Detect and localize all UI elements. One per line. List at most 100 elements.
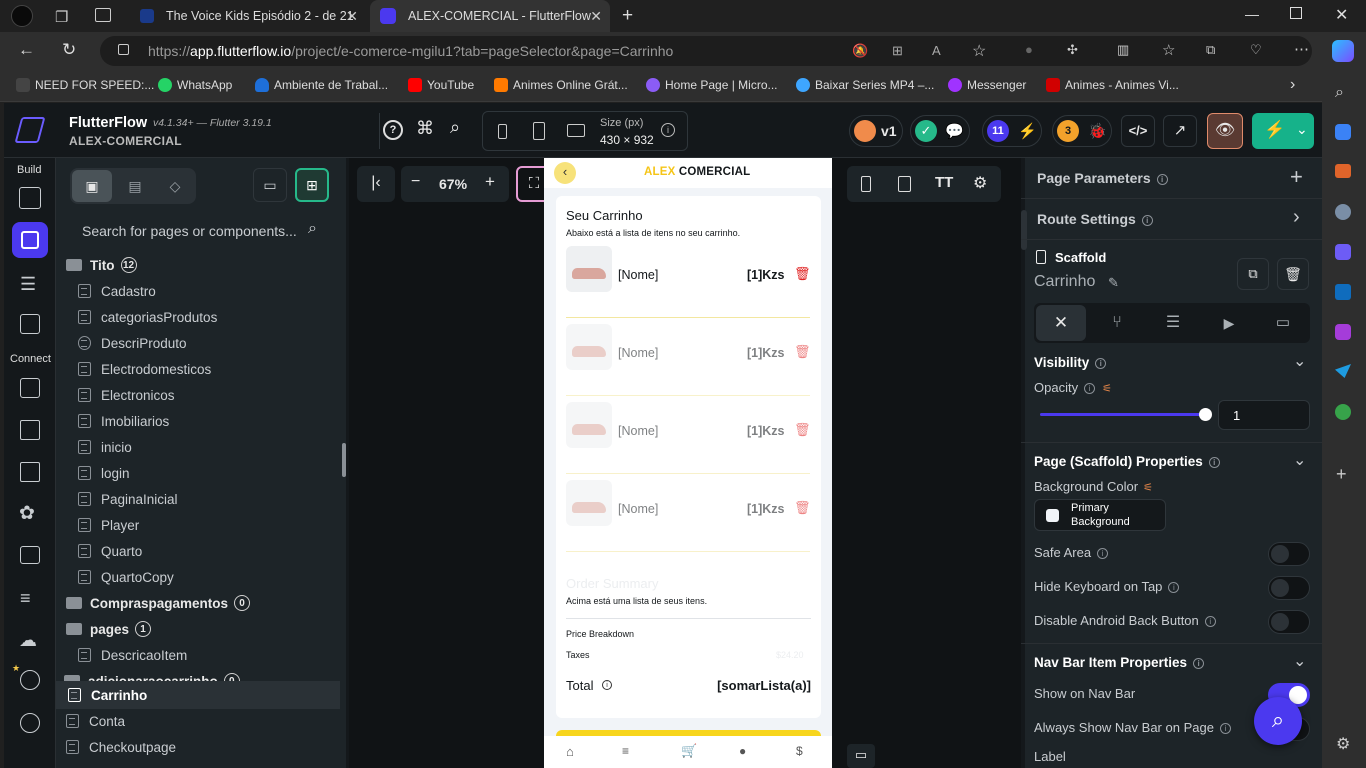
back-arrow-icon[interactable]: ‹ bbox=[554, 162, 576, 184]
properties-tab-icon[interactable]: ✕ bbox=[1036, 305, 1086, 341]
collaboration-button[interactable]: ✓ 💬 bbox=[910, 115, 970, 147]
page-item-electronicos[interactable]: Electronicos bbox=[78, 382, 368, 408]
canvas-settings-icon[interactable]: ⚙ bbox=[973, 173, 987, 193]
settings-gear-icon[interactable]: ⚙ bbox=[1336, 734, 1350, 754]
duplicate-icon[interactable]: ⧉ bbox=[1237, 258, 1269, 290]
chevron-right-icon[interactable]: › bbox=[1290, 76, 1295, 94]
delete-item-icon[interactable]: 🗑 bbox=[794, 344, 811, 360]
collections-icon[interactable]: ⧉ bbox=[1206, 42, 1215, 58]
edit-pencil-icon[interactable]: ✎ bbox=[1108, 275, 1119, 291]
close-window-icon[interactable]: ✕ bbox=[1335, 5, 1348, 25]
firestore-icon[interactable] bbox=[20, 378, 40, 398]
extensions-puzzle-icon[interactable]: ✣ bbox=[1067, 42, 1078, 58]
debug-button[interactable]: 3 🐞 bbox=[1052, 115, 1112, 147]
info-icon[interactable]: i bbox=[602, 680, 612, 690]
page-item-login[interactable]: login bbox=[78, 460, 368, 486]
variable-icon[interactable]: ⚟ bbox=[1143, 482, 1153, 494]
more-menu-icon[interactable]: ⋯ bbox=[1294, 40, 1309, 58]
device-frame-icon[interactable] bbox=[898, 176, 911, 192]
copilot-icon[interactable] bbox=[1332, 40, 1354, 62]
custom-code-icon[interactable]: ≡ bbox=[20, 588, 31, 609]
opacity-slider-handle[interactable] bbox=[1199, 408, 1212, 421]
bookmark-item[interactable]: Animes - Animes Vi... bbox=[1046, 78, 1179, 92]
chevron-down-icon[interactable]: ⌄ bbox=[1296, 121, 1308, 138]
add-icon[interactable]: + bbox=[1336, 464, 1347, 485]
tests-icon[interactable] bbox=[20, 670, 40, 690]
split-screen-icon[interactable]: ▥ bbox=[1117, 42, 1129, 58]
tab-flutterflow[interactable]: ALEX-COMERCIAL - FlutterFlow ✕ bbox=[370, 0, 610, 32]
money-icon[interactable]: $ bbox=[796, 744, 803, 758]
tab-voice-kids[interactable]: The Voice Kids Episódio 2 - de 21 ✕ bbox=[130, 0, 366, 32]
workspaces-icon[interactable]: ❐ bbox=[55, 8, 68, 26]
search-icon[interactable]: ⌕ bbox=[1335, 84, 1344, 102]
preview-eye-icon[interactable]: 👁 bbox=[1207, 113, 1243, 149]
run-button[interactable]: ⚡ ⌄ bbox=[1252, 113, 1314, 149]
page-item-imobiliarios[interactable]: Imobiliarios bbox=[78, 408, 368, 434]
bookmark-item[interactable]: WhatsApp bbox=[158, 78, 232, 92]
delete-item-icon[interactable]: 🗑 bbox=[794, 266, 811, 282]
page-item-checkoutpage[interactable]: Checkoutpage bbox=[66, 734, 356, 760]
tag-icon[interactable] bbox=[1335, 124, 1351, 140]
components-tab-icon[interactable]: ▤ bbox=[116, 170, 154, 202]
hide-keyboard-toggle[interactable] bbox=[1268, 576, 1310, 600]
delete-item-icon[interactable]: 🗑 bbox=[794, 422, 811, 438]
backend-query-tab-icon[interactable]: ☰ bbox=[1148, 305, 1198, 341]
scrollbar[interactable] bbox=[1021, 210, 1027, 250]
cart-item[interactable]: [Nome] [1]Kzs 🗑 bbox=[566, 324, 811, 396]
collapse-panel-icon[interactable]: |‹ bbox=[357, 166, 395, 202]
state-tab-icon[interactable]: ▭ bbox=[1258, 305, 1308, 341]
folder-compraspagamentos[interactable]: Compraspagamentos 0 bbox=[66, 590, 356, 616]
nav-bar-properties-header[interactable]: Nav Bar Item Properties i bbox=[1034, 655, 1205, 670]
cart-item[interactable]: [Nome] [1]Kzs 🗑 bbox=[566, 402, 811, 474]
read-aloud-icon[interactable]: A bbox=[932, 43, 941, 58]
bookmark-item[interactable]: NEED FOR SPEED:... bbox=[16, 78, 154, 92]
page-item-electrodomesticos[interactable]: Electrodomesticos bbox=[78, 356, 368, 382]
page-selector-icon[interactable] bbox=[12, 222, 48, 258]
home-icon[interactable]: ⌂ bbox=[566, 744, 574, 759]
add-widget-icon[interactable] bbox=[19, 187, 41, 209]
page-item-carrinho-selected[interactable]: Carrinho bbox=[56, 681, 340, 709]
visibility-header[interactable]: Visibility i bbox=[1034, 355, 1107, 370]
copilot-app-icon[interactable] bbox=[1335, 244, 1351, 260]
widget-tree-icon[interactable]: ☰ bbox=[20, 274, 36, 295]
minimize-icon[interactable]: — bbox=[1245, 6, 1259, 22]
folder-pages[interactable]: pages 1 bbox=[66, 616, 356, 642]
data-types-icon[interactable] bbox=[20, 420, 40, 440]
page-item-categoriasprodutos[interactable]: categoriasProdutos bbox=[78, 304, 368, 330]
bookmark-item[interactable]: YouTube bbox=[408, 78, 474, 92]
app-state-icon[interactable] bbox=[20, 462, 40, 482]
device-size-selector[interactable]: Size (px) 430 × 932 i bbox=[482, 111, 688, 151]
bookmark-item[interactable]: Ambiente de Trabal... bbox=[255, 78, 388, 92]
delete-item-icon[interactable]: 🗑 bbox=[794, 500, 811, 516]
storyboard-icon[interactable] bbox=[20, 314, 40, 334]
media-assets-icon[interactable] bbox=[20, 546, 40, 564]
page-item-descricaoitem[interactable]: DescricaoItem bbox=[78, 642, 368, 668]
notifications-blocked-icon[interactable]: 🔕 bbox=[852, 43, 868, 59]
zoom-in-icon[interactable]: + bbox=[485, 172, 495, 192]
pages-tab-icon[interactable]: ▣ bbox=[72, 170, 112, 202]
desktop-icon[interactable] bbox=[567, 124, 585, 137]
cloud-functions-icon[interactable]: ☁ bbox=[19, 630, 37, 651]
page-item-player[interactable]: Player bbox=[78, 512, 368, 538]
bookmark-item[interactable]: Messenger bbox=[948, 78, 1026, 92]
tab-actions-icon[interactable] bbox=[95, 8, 111, 22]
help-icon[interactable]: ? bbox=[383, 120, 403, 140]
chevron-down-icon[interactable]: ⌄ bbox=[1293, 450, 1306, 470]
cart-item[interactable]: [Nome] [1]Kzs 🗑 bbox=[566, 480, 811, 552]
delete-page-icon[interactable]: 🗑 bbox=[1277, 258, 1309, 290]
restore-icon[interactable] bbox=[1290, 7, 1302, 19]
background-color-picker[interactable]: Primary Background bbox=[1034, 499, 1166, 531]
search-icon[interactable]: ⌕ bbox=[450, 117, 460, 138]
refresh-icon[interactable]: ↻ bbox=[62, 40, 76, 60]
performance-icon[interactable]: ♡ bbox=[1250, 42, 1262, 58]
page-item-cadastro[interactable]: Cadastro bbox=[78, 278, 368, 304]
page-item-paginainicial[interactable]: PaginaInicial bbox=[78, 486, 368, 512]
back-icon[interactable]: ← bbox=[18, 40, 35, 60]
disable-back-toggle[interactable] bbox=[1268, 610, 1310, 634]
outlook-icon[interactable] bbox=[1335, 284, 1351, 300]
folder-tito[interactable]: Tito 12 bbox=[66, 252, 356, 278]
designer-icon[interactable] bbox=[1335, 324, 1351, 340]
search-list-icon[interactable]: ≡ bbox=[622, 744, 629, 758]
page-search-input[interactable]: Search for pages or components... ⌕ bbox=[70, 214, 332, 248]
animations-tab-icon[interactable]: ▶ bbox=[1204, 305, 1254, 341]
